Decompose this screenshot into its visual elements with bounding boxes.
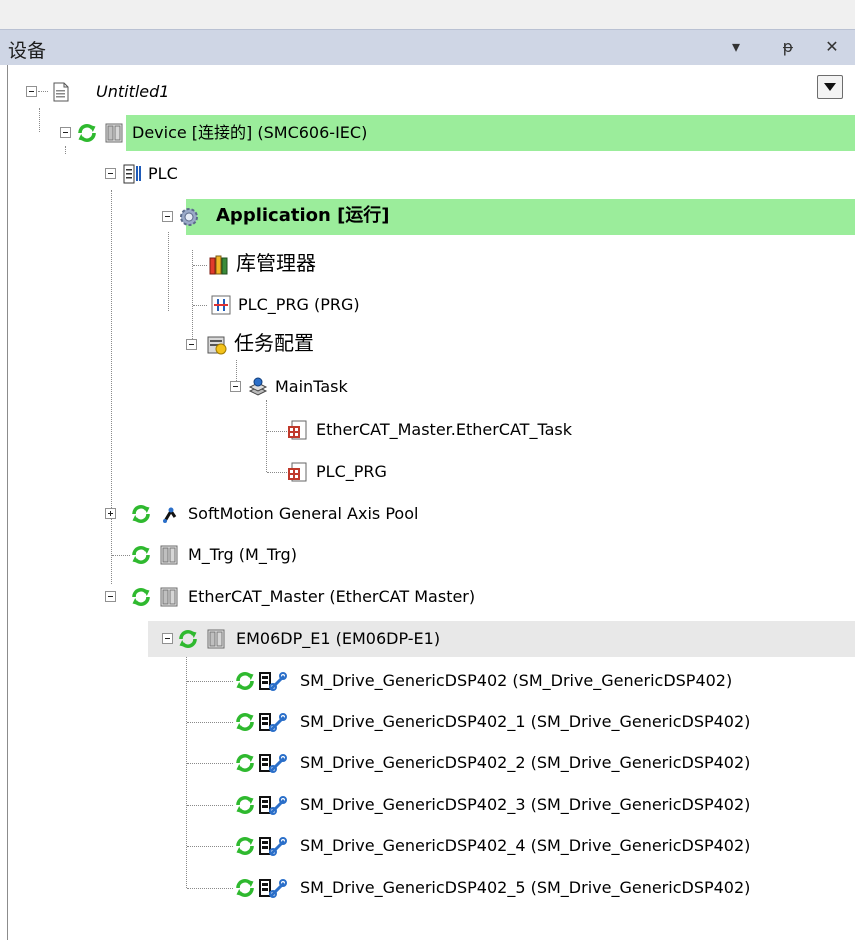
tree-node-axis-pool[interactable]: SoftMotion General Axis Pool: [0, 494, 855, 534]
project-file-icon: [53, 82, 69, 102]
tree-options-dropdown[interactable]: [817, 75, 843, 99]
program-call-icon: [288, 462, 307, 482]
tree-node-label: SM_Drive_GenericDSP402 (SM_Drive_Generic…: [300, 671, 733, 690]
window-top-strip: [0, 0, 855, 29]
tree-node-label: EM06DP_E1 (EM06DP-E1): [236, 629, 441, 648]
tree-node-project-root[interactable]: Untitled1: [0, 72, 855, 112]
online-status-icon: [234, 752, 256, 774]
tree-node-label: EtherCAT_Master.EtherCAT_Task: [316, 420, 572, 439]
tree-node-label: Device [连接的] (SMC606-IEC): [132, 123, 368, 142]
collapse-toggle[interactable]: [162, 211, 173, 222]
tree-node-label: SM_Drive_GenericDSP402_1 (SM_Drive_Gener…: [300, 712, 751, 731]
drive-axis-icon: [258, 711, 288, 733]
online-status-icon: [76, 122, 98, 144]
collapse-toggle[interactable]: [105, 591, 116, 602]
device-icon: [205, 628, 227, 650]
program-pou-icon: [211, 295, 231, 315]
online-status-icon: [234, 794, 256, 816]
online-status-icon: [130, 503, 152, 525]
task-icon: [248, 377, 268, 396]
task-configuration-icon: [207, 336, 227, 355]
tree-node-drive[interactable]: SM_Drive_GenericDSP402_2 (SM_Drive_Gener…: [0, 743, 855, 783]
device-icon: [103, 122, 125, 144]
tree-node-plc[interactable]: PLC: [0, 154, 855, 194]
program-call-icon: [288, 420, 307, 440]
tree-node-label: PLC: [148, 164, 178, 183]
tree-node-label: SM_Drive_GenericDSP402_5 (SM_Drive_Gener…: [300, 878, 751, 897]
online-status-icon: [130, 544, 152, 566]
tree-node-label: PLC_PRG (PRG): [238, 295, 360, 314]
online-status-icon: [234, 877, 256, 899]
device-icon: [158, 586, 180, 608]
tree-node-library-manager[interactable]: 库管理器: [0, 245, 855, 285]
tree-node-task-configuration[interactable]: 任务配置: [0, 325, 855, 365]
library-books-icon: [209, 255, 228, 275]
tree-node-drive[interactable]: SM_Drive_GenericDSP402_1 (SM_Drive_Gener…: [0, 702, 855, 742]
pin-icon[interactable]: ᵽ: [778, 37, 798, 57]
collapse-toggle[interactable]: [60, 127, 71, 138]
tree-node-device[interactable]: Device [连接的] (SMC606-IEC): [0, 113, 855, 153]
tree-node-drive[interactable]: SM_Drive_GenericDSP402_4 (SM_Drive_Gener…: [0, 826, 855, 866]
tree-node-application[interactable]: Application [运行]: [0, 197, 855, 237]
plc-logic-icon: [123, 164, 141, 184]
expand-toggle[interactable]: [105, 508, 116, 519]
tree-node-label: 任务配置: [234, 331, 314, 355]
panel-menu-icon[interactable]: ▾: [726, 37, 746, 57]
tree-node-ethercat-task-call[interactable]: EtherCAT_Master.EtherCAT_Task: [0, 410, 855, 450]
tree-node-m-trg[interactable]: M_Trg (M_Trg): [0, 535, 855, 575]
tree-node-label: Untitled1: [96, 82, 170, 101]
axis-pool-icon: [163, 507, 177, 523]
collapse-toggle[interactable]: [26, 86, 37, 97]
tree-node-label: SM_Drive_GenericDSP402_4 (SM_Drive_Gener…: [300, 836, 751, 855]
tree-node-label: SoftMotion General Axis Pool: [188, 504, 419, 523]
tree-node-label: PLC_PRG: [316, 462, 387, 481]
tree-node-drive[interactable]: SM_Drive_GenericDSP402_3 (SM_Drive_Gener…: [0, 785, 855, 825]
drive-axis-icon: [258, 752, 288, 774]
tree-node-em06dp-e1[interactable]: EM06DP_E1 (EM06DP-E1): [0, 619, 855, 659]
tree-node-label: EtherCAT_Master (EtherCAT Master): [188, 587, 476, 606]
tree-node-plc-prg[interactable]: PLC_PRG (PRG): [0, 285, 855, 325]
tree-node-drive[interactable]: SM_Drive_GenericDSP402 (SM_Drive_Generic…: [0, 661, 855, 701]
tree-node-plc-prg-call[interactable]: PLC_PRG: [0, 452, 855, 492]
tree-node-ethercat-master[interactable]: EtherCAT_Master (EtherCAT Master): [0, 577, 855, 617]
devices-panel-header: 设备 ▾ ᵽ ✕: [0, 29, 855, 65]
drive-axis-icon: [258, 670, 288, 692]
online-status-icon: [234, 670, 256, 692]
drive-axis-icon: [258, 794, 288, 816]
tree-node-label: M_Trg (M_Trg): [188, 545, 297, 564]
drive-axis-icon: [258, 835, 288, 857]
device-icon: [158, 544, 180, 566]
collapse-toggle[interactable]: [105, 168, 116, 179]
tree-node-main-task[interactable]: MainTask: [0, 367, 855, 407]
collapse-toggle[interactable]: [186, 339, 197, 350]
online-status-icon: [234, 835, 256, 857]
tree-node-label: Application [运行]: [216, 205, 390, 226]
collapse-toggle[interactable]: [230, 381, 241, 392]
tree-node-label: MainTask: [275, 377, 348, 396]
application-gear-icon: [180, 208, 198, 226]
drive-axis-icon: [258, 877, 288, 899]
online-status-icon: [234, 711, 256, 733]
online-status-icon: [177, 628, 199, 650]
online-status-icon: [130, 586, 152, 608]
close-icon[interactable]: ✕: [822, 37, 842, 57]
chevron-down-icon: [824, 83, 836, 91]
tree-node-label: 库管理器: [236, 251, 316, 275]
tree-node-drive[interactable]: SM_Drive_GenericDSP402_5 (SM_Drive_Gener…: [0, 868, 855, 908]
tree-node-label: SM_Drive_GenericDSP402_2 (SM_Drive_Gener…: [300, 753, 751, 772]
collapse-toggle[interactable]: [162, 633, 173, 644]
tree-node-label: SM_Drive_GenericDSP402_3 (SM_Drive_Gener…: [300, 795, 751, 814]
panel-title: 设备: [8, 40, 47, 62]
